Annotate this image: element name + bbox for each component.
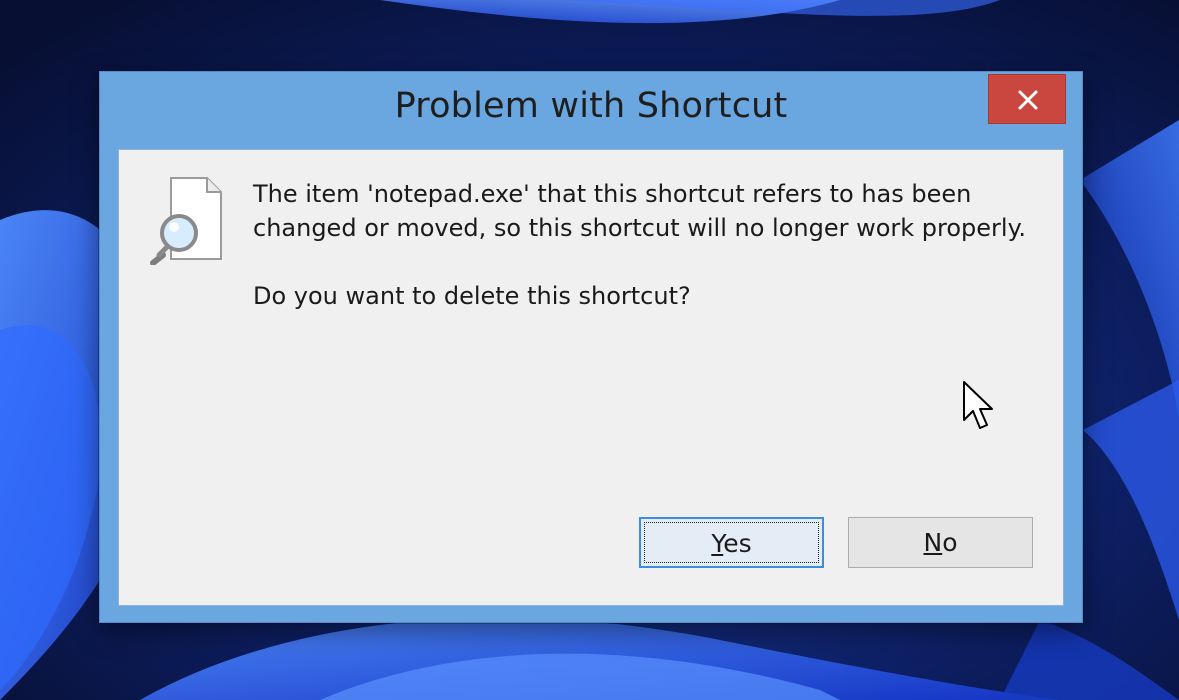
yes-button[interactable]: Yes (639, 517, 824, 568)
no-button-label: No (924, 528, 958, 557)
mouse-pointer-icon (963, 381, 993, 429)
yes-mnemonic: Y (711, 529, 724, 558)
title-bar[interactable]: Problem with Shortcut (100, 72, 1082, 148)
document-magnifier-icon (150, 177, 222, 265)
message-line-2: changed or moved, so this shortcut will … (253, 214, 1027, 242)
close-button[interactable] (988, 74, 1066, 124)
close-icon (1018, 90, 1038, 110)
yes-button-label: Yes (711, 529, 751, 558)
delete-question: Do you want to delete this shortcut? (253, 282, 691, 310)
dialog-client-area: The item 'notepad.exe' that this shortcu… (118, 149, 1064, 606)
no-mnemonic: N (923, 528, 943, 557)
yes-label-rest: es (723, 529, 752, 558)
problem-with-shortcut-dialog: Problem with Shortcut The item 'notepad.… (99, 71, 1083, 623)
message-text: The item 'notepad.exe' that this shortcu… (253, 177, 1053, 313)
no-label-rest: o (942, 528, 958, 557)
dialog-title: Problem with Shortcut (394, 86, 788, 126)
no-button[interactable]: No (848, 517, 1033, 568)
message-line-1: The item 'notepad.exe' that this shortcu… (253, 180, 972, 208)
